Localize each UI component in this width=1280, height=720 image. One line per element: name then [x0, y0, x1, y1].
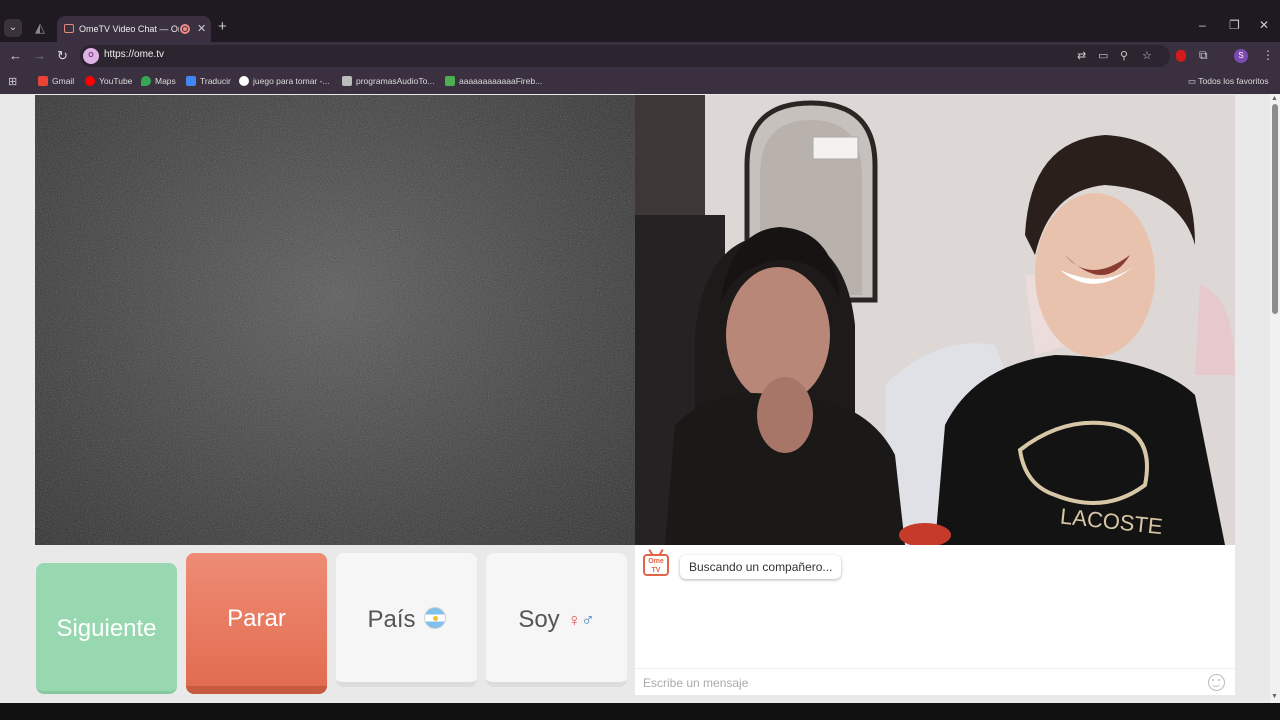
- new-tab-icon[interactable]: +: [218, 18, 227, 35]
- static-noise: [35, 95, 635, 545]
- screen-bottom-edge: [0, 703, 1280, 720]
- youtube-icon: [85, 76, 95, 86]
- bookmark-gmail[interactable]: Gmail: [38, 76, 74, 86]
- tab-search-icon[interactable]: ⌄: [4, 19, 22, 37]
- emoji-icon[interactable]: [1208, 674, 1225, 691]
- extension-icon[interactable]: [1176, 50, 1186, 62]
- back-icon[interactable]: ←: [9, 48, 22, 63]
- country-button[interactable]: País: [336, 553, 477, 687]
- gmail-icon: [38, 76, 48, 86]
- bookmark-programas[interactable]: programasAudioTo...: [342, 76, 434, 86]
- ometv-logo-icon: Ome TV: [643, 554, 669, 576]
- maps-icon: [141, 76, 151, 86]
- stop-button[interactable]: Parar: [186, 553, 327, 694]
- status-message: Buscando un compañero...: [680, 555, 842, 579]
- minimize-icon[interactable]: –: [1199, 18, 1206, 32]
- extensions-puzzle-icon[interactable]: ⧉: [1199, 48, 1208, 63]
- argentina-flag-icon: [423, 607, 446, 629]
- bookmark-youtube[interactable]: YouTube: [85, 76, 132, 86]
- menu-kebab-icon[interactable]: ⋮: [1262, 48, 1274, 62]
- bookmark-firebase[interactable]: aaaaaaaaaaaaFireb...: [445, 76, 542, 86]
- translate-icon[interactable]: ⇄: [1077, 49, 1086, 62]
- reload-icon[interactable]: ↻: [57, 48, 68, 64]
- address-bar[interactable]: O https://ome.tv ⇄ ▭ ⚲ ☆: [80, 45, 1170, 67]
- bookmark-juego[interactable]: juego para tomar -...: [239, 76, 330, 86]
- scroll-down-icon[interactable]: ▼: [1271, 693, 1278, 700]
- message-input[interactable]: [643, 673, 1193, 693]
- scroll-up-icon[interactable]: ▲: [1271, 95, 1278, 102]
- google-icon: [239, 76, 249, 86]
- window-close-icon[interactable]: ✕: [1259, 18, 1269, 32]
- chat-input-bar: [635, 668, 1235, 695]
- game-icon: [445, 76, 455, 86]
- tab-close-icon[interactable]: ✕: [197, 16, 206, 42]
- apps-grid-icon[interactable]: ⊞: [8, 75, 17, 88]
- pinned-tab-icon[interactable]: ◭: [30, 19, 50, 37]
- page-scrollbar[interactable]: ▲ ▼: [1270, 94, 1280, 703]
- url-text[interactable]: https://ome.tv: [104, 49, 164, 60]
- tab-ometv[interactable]: OmeTV Video Chat — Ome ✕: [57, 16, 211, 42]
- couple-icon: ♀♂: [567, 610, 595, 630]
- browser-titlebar: ⌄ ◭ OmeTV Video Chat — Ome ✕ + – ❐ ✕: [0, 0, 1280, 42]
- restore-icon[interactable]: ❐: [1229, 18, 1240, 32]
- translate-bookmark-icon: [186, 76, 196, 86]
- self-video: LACOSTE: [635, 95, 1235, 545]
- bookmark-maps[interactable]: Maps: [141, 76, 176, 86]
- install-app-icon[interactable]: ▭: [1098, 49, 1108, 62]
- gender-button[interactable]: Soy ♀♂: [486, 553, 627, 687]
- profile-avatar[interactable]: S: [1234, 49, 1248, 63]
- bookmark-traducir[interactable]: Traducir: [186, 76, 231, 86]
- bookmark-star-icon[interactable]: ☆: [1142, 49, 1152, 62]
- bookmarks-bar: ⊞ Gmail YouTube Maps Traducir juego para…: [0, 70, 1280, 94]
- stranger-video: [35, 95, 635, 545]
- site-info-icon[interactable]: O: [83, 48, 99, 64]
- forward-icon[interactable]: →: [33, 48, 46, 63]
- browser-toolbar: ← → ↻ O https://ome.tv ⇄ ▭ ⚲ ☆ ⧉ S ⋮: [0, 42, 1280, 70]
- zoom-icon[interactable]: ⚲: [1120, 49, 1128, 62]
- ometv-favicon-icon: [64, 24, 74, 33]
- page-icon: [342, 76, 352, 86]
- all-bookmarks[interactable]: ▭ Todos los favoritos: [1188, 76, 1269, 87]
- next-button[interactable]: Siguiente: [36, 563, 177, 694]
- recording-icon: [180, 24, 190, 34]
- scrollbar-thumb[interactable]: [1272, 104, 1278, 314]
- country-label: País: [367, 606, 416, 633]
- folder-icon: ▭: [1188, 76, 1199, 86]
- gender-label: Soy: [518, 606, 560, 633]
- camera-scene: LACOSTE: [635, 95, 1235, 545]
- tab-title: OmeTV Video Chat — Ome: [79, 24, 179, 34]
